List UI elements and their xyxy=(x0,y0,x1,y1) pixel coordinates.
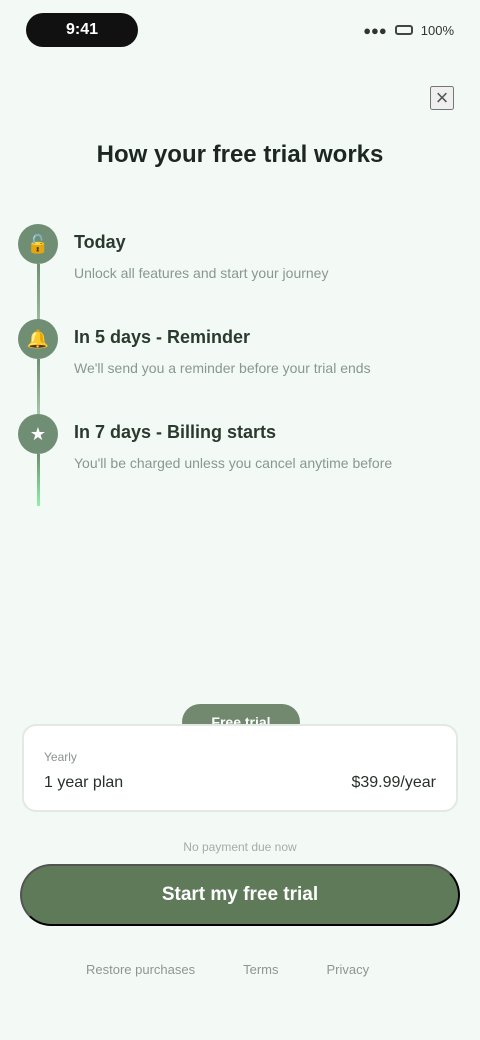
status-bar: 9:41 ●●● 100% xyxy=(0,0,480,60)
unlock-icon: 🔓 xyxy=(18,224,58,264)
start-trial-button[interactable]: Start my free trial xyxy=(20,864,460,926)
timeline-step-description: We'll send you a reminder before your tr… xyxy=(74,360,371,376)
plan-label: Yearly xyxy=(44,750,77,764)
timeline-step-label: In 5 days - Reminder xyxy=(74,327,251,347)
timeline-step-label: In 7 days - Billing starts xyxy=(74,422,277,442)
battery-icon xyxy=(394,25,413,35)
close-icon[interactable]: × xyxy=(430,86,454,110)
plan-card[interactable]: Yearly 1 year plan $39.99/year xyxy=(22,724,458,812)
restore-purchases-link[interactable]: Restore purchases xyxy=(86,962,195,977)
timeline-step-today: 🔓 Today Unlock all features and start yo… xyxy=(18,224,458,356)
plan-name: 1 year plan xyxy=(44,774,124,791)
privacy-link[interactable]: Privacy xyxy=(327,962,370,977)
timeline-step-description: Unlock all features and start your journ… xyxy=(74,265,329,281)
payment-note: No payment due now xyxy=(183,840,297,854)
terms-link[interactable]: Terms xyxy=(243,962,278,977)
timeline-step-billing: ★ In 7 days - Billing starts You'll be c… xyxy=(18,414,458,506)
trial-timeline: 🔓 Today Unlock all features and start yo… xyxy=(18,224,458,509)
plan-price: $39.99/year xyxy=(351,774,436,791)
status-time: 9:41 xyxy=(65,21,99,38)
footer-links: Restore purchases Terms Privacy xyxy=(86,962,369,977)
page-title: How your free trial works xyxy=(96,141,384,168)
star-icon: ★ xyxy=(18,414,58,454)
bell-icon: 🔔 xyxy=(18,319,58,359)
timeline-step-reminder: 🔔 In 5 days - Reminder We'll send you a … xyxy=(18,319,458,429)
status-icons: ●●● 100% xyxy=(363,23,454,38)
signal-icon: ●●● xyxy=(363,22,387,38)
timeline-step-label: Today xyxy=(74,232,126,252)
battery-text: 100% xyxy=(420,22,454,38)
time-pill: 9:41 xyxy=(26,13,138,47)
timeline-connector xyxy=(37,454,40,506)
timeline-step-description: You'll be charged unless you cancel anyt… xyxy=(74,455,393,471)
